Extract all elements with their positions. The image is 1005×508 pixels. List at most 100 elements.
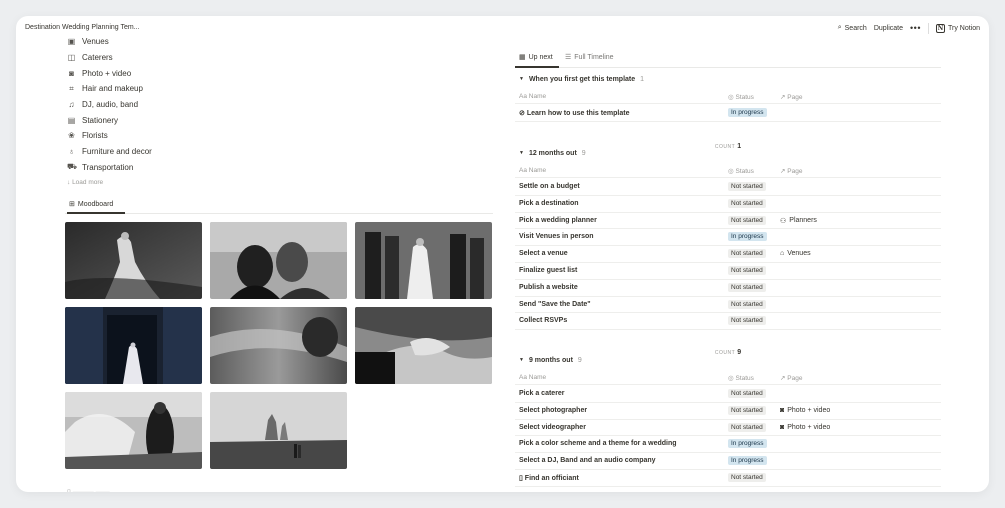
task-name[interactable]: Settle on a budget [519, 183, 580, 190]
status-badge[interactable]: Not started [728, 405, 766, 415]
page-relation-link[interactable]: ◙ Photo + video [780, 424, 830, 431]
status-badge[interactable]: Not started [728, 422, 766, 432]
collapse-toggle-icon[interactable]: ▼ [519, 150, 524, 156]
task-name[interactable]: Pick a destination [519, 200, 579, 207]
page-relation-link[interactable]: ◙ Photo + video [780, 407, 830, 414]
status-badge[interactable]: Not started [728, 316, 766, 326]
status-badge[interactable]: In progress [728, 439, 767, 449]
table-row[interactable]: Finalize guest list Not started [515, 263, 941, 280]
vendor-list-item[interactable]: ⛟ Transportation [67, 160, 247, 176]
column-status-header[interactable]: ◎ Status [728, 167, 754, 175]
task-name[interactable]: Collect RSVPs [519, 317, 567, 324]
load-more-button[interactable]: ↓ Load more [67, 179, 103, 186]
column-name-header[interactable]: Aa Name [519, 93, 546, 100]
task-name-text: Select videographer [519, 423, 586, 431]
search-button[interactable]: ⌕ Search [838, 24, 867, 32]
group-header[interactable]: ▼ 9 months out 9 [519, 354, 582, 366]
table-row[interactable]: Visit Venues in person In progress [515, 229, 941, 247]
tab-full-timeline[interactable]: ☰ Full Timeline [565, 53, 614, 62]
status-badge[interactable]: Not started [728, 266, 766, 275]
group-header[interactable]: ▼ When you first get this template 1 [519, 73, 644, 85]
table-row[interactable]: Select a DJ, Band and an audio company In… [515, 453, 941, 470]
table-row[interactable]: Select videographer Not started ◙ Photo + v… [515, 420, 941, 437]
more-options-icon[interactable]: ••• [910, 23, 921, 33]
status-badge[interactable]: In progress [728, 108, 767, 117]
task-name[interactable]: Select a DJ, Band and an audio company [519, 457, 656, 464]
group-count: 9 [581, 149, 586, 157]
task-name[interactable]: Pick a caterer [519, 390, 565, 397]
column-status-header[interactable]: ◎ Status [728, 374, 754, 382]
task-name[interactable]: ▯ Find an officiant [519, 474, 579, 482]
vendor-list-item[interactable]: ♫ DJ, audio, band [67, 97, 247, 113]
status-badge[interactable]: Not started [728, 182, 766, 191]
table-row[interactable]: Select a venue Not started ⌂ Venues [515, 246, 941, 263]
status-badge[interactable]: In progress [728, 456, 767, 466]
column-page-header[interactable]: ↗ Page [780, 93, 802, 101]
table-row[interactable]: Pick a wedding planner Not started ⚇ Planne… [515, 213, 941, 230]
task-name[interactable]: Send "Save the Date" [519, 301, 591, 308]
task-name[interactable]: Pick a wedding planner [519, 217, 597, 224]
table-row[interactable]: Settle on a budget Not started [515, 179, 941, 196]
task-name-text: Learn how to use this template [526, 110, 630, 117]
column-page-header[interactable]: ↗ Page [780, 374, 802, 382]
status-badge[interactable]: Not started [728, 299, 766, 309]
page-relation-link[interactable]: ⌂ Venues [780, 250, 811, 257]
table-row[interactable]: Collect RSVPs Not started [515, 313, 941, 331]
gallery-card[interactable] [210, 222, 347, 299]
tab-moodboard[interactable]: ⊞ Moodboard [69, 200, 113, 209]
table-row[interactable]: ⊘ Learn how to use this template In progr… [515, 105, 941, 122]
vendor-list-item[interactable]: ♁ Furniture and decor [67, 144, 247, 160]
tab-up-next[interactable]: ▦ Up next [519, 53, 553, 62]
task-name-text: Settle on a budget [519, 183, 580, 190]
task-name[interactable]: Finalize guest list [519, 267, 577, 274]
group-header[interactable]: ▼ 12 months out 9 [519, 147, 586, 159]
table-row[interactable]: Send "Save the Date" Not started [515, 297, 941, 314]
task-name[interactable]: Select photographer [519, 407, 587, 414]
table-row[interactable]: Publish a website Not started [515, 280, 941, 297]
status-badge[interactable]: In progress [728, 232, 767, 242]
collapse-toggle-icon[interactable]: ▼ [519, 76, 524, 82]
task-name[interactable]: Select videographer [519, 424, 586, 431]
task-name[interactable]: Visit Venues in person [519, 233, 594, 240]
count-value: 1 [737, 143, 742, 150]
task-name[interactable]: Select a venue [519, 250, 568, 257]
gallery-card[interactable] [210, 307, 347, 384]
vendor-list-item[interactable]: ⌗ Hair and makeup [67, 81, 247, 97]
page-relation-link[interactable]: ⚇ Planners [780, 217, 817, 225]
text-type-icon: Aa [519, 374, 527, 381]
vendor-list-item[interactable]: ▣ Venues [67, 34, 247, 50]
table-row[interactable]: Pick a destination Not started [515, 196, 941, 213]
vendor-list-item[interactable]: ▤ Stationery [67, 112, 247, 128]
status-badge[interactable]: Not started [728, 215, 766, 225]
gallery-card[interactable] [65, 307, 202, 384]
status-badge[interactable]: Not started [728, 389, 766, 398]
vendor-list-item[interactable]: ❀ Florists [67, 128, 247, 144]
column-name-header[interactable]: Aa Name [519, 374, 546, 381]
try-notion-button[interactable]: N Try Notion [935, 23, 980, 33]
collapse-toggle-icon[interactable]: ▼ [519, 357, 524, 363]
gallery-card[interactable] [355, 307, 492, 384]
column-status-header[interactable]: ◎ Status [728, 93, 754, 101]
gallery-card[interactable] [65, 222, 202, 299]
table-row[interactable]: Pick a caterer Not started [515, 386, 941, 403]
task-name[interactable]: ⊘ Learn how to use this template [519, 109, 630, 117]
duplicate-button[interactable]: Duplicate [874, 25, 903, 32]
gallery-card[interactable] [65, 392, 202, 469]
column-name-header[interactable]: Aa Name [519, 167, 546, 174]
task-name[interactable]: Pick a color scheme and a theme for a we… [519, 440, 677, 447]
gallery-card[interactable] [210, 392, 347, 469]
status-badge[interactable]: Not started [728, 198, 766, 208]
vendor-list-item[interactable]: ◫ Caterers [67, 50, 247, 66]
status-badge[interactable]: Not started [728, 282, 766, 292]
table-row[interactable]: ▯ Find an officiant Not started [515, 470, 941, 487]
vendor-list-label: DJ, audio, band [82, 100, 139, 110]
column-header-row: Aa Name ◎ Status ↗ Page [515, 89, 941, 104]
status-badge[interactable]: Not started [728, 473, 766, 482]
vendor-list-item[interactable]: ◙ Photo + video [67, 65, 247, 81]
gallery-card[interactable] [355, 222, 492, 299]
table-row[interactable]: Pick a color scheme and a theme for a we… [515, 436, 941, 454]
status-badge[interactable]: Not started [728, 249, 766, 259]
table-row[interactable]: Select photographer Not started ◙ Photo + v… [515, 403, 941, 420]
column-page-header[interactable]: ↗ Page [780, 167, 802, 175]
task-name[interactable]: Publish a website [519, 284, 578, 291]
